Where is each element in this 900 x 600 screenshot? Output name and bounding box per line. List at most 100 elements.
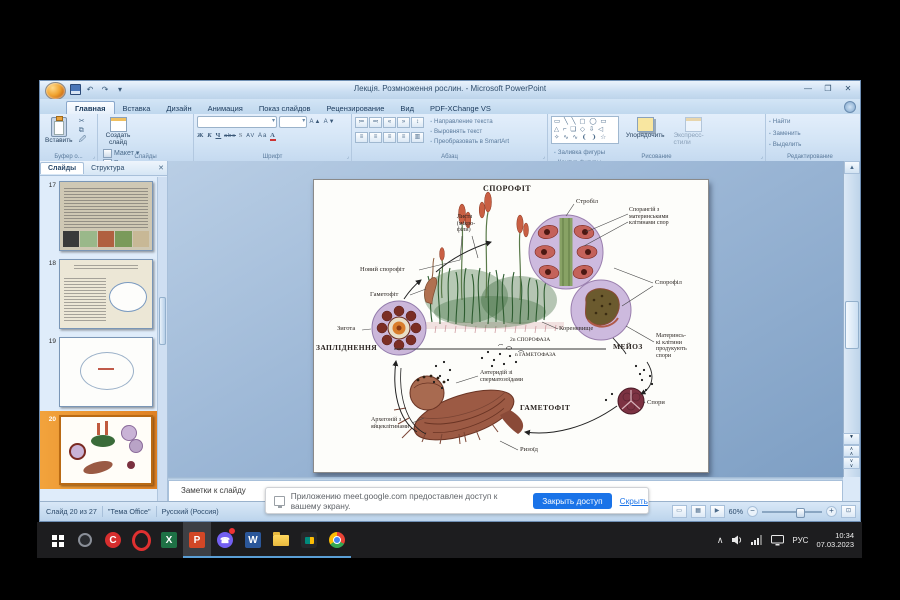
increase-indent-button[interactable]: » [397,117,410,128]
close-button[interactable]: ✕ [838,82,858,96]
align-center-button[interactable]: ≡ [369,132,382,143]
replace-button[interactable]: Заменить [769,130,801,139]
volume-icon[interactable] [731,535,743,545]
align-left-button[interactable]: ≡ [355,132,368,143]
shadow-button[interactable]: S [239,132,244,139]
taskbar-icon-viber[interactable]: ☎ [211,522,239,558]
grow-font-button[interactable]: А▲ [309,119,321,125]
taskbar-icon-explorer[interactable] [267,522,295,558]
select-button[interactable]: Выделить [769,141,801,150]
decrease-indent-button[interactable]: « [383,117,396,128]
tab-view[interactable]: Вид [392,102,422,114]
taskbar-icon-start[interactable] [43,522,71,558]
taskbar-icon-word[interactable]: W [239,522,267,558]
slide-thumbnail-20[interactable]: 20 [40,411,158,489]
taskbar-icon-ccleaner[interactable]: C [99,522,127,558]
paste-button[interactable]: Вставить [43,116,75,145]
slides-panel: Слайды Структура ✕ 17 18 [40,161,168,504]
clipboard-dialog-launcher[interactable]: ⌟ [93,154,95,160]
drawing-dialog-launcher[interactable]: ⌟ [761,154,763,160]
panel-scrollbar[interactable] [157,177,167,504]
strikethrough-button[interactable]: abc [224,133,236,139]
slide-sorter-button[interactable]: ▦ [691,505,706,518]
previous-slide-button[interactable]: ∧∧ [843,445,860,457]
panel-close-icon[interactable]: ✕ [158,164,164,172]
slide-thumbnail-19[interactable]: 19 [40,333,158,411]
convert-smartart-button[interactable]: Преобразовать в SmartArt [430,138,509,147]
panel-tab-slides[interactable]: Слайды [40,162,84,174]
quick-styles-button[interactable]: Экспресс-стили [671,116,715,147]
tab-home[interactable]: Главная [66,101,115,114]
font-color-button[interactable]: A [270,132,276,141]
tray-date: 07.03.2023 [816,540,854,549]
tab-slideshow[interactable]: Показ слайдов [251,102,319,114]
tab-review[interactable]: Рецензирование [318,102,392,114]
columns-button[interactable]: ▥ [411,132,424,143]
paragraph-dialog-launcher[interactable]: ⌟ [543,154,545,160]
arrange-button[interactable]: Упорядочить [621,116,669,140]
slide-canvas[interactable]: СПОРОФІТСтробілСпорангій з материнськими… [313,179,709,473]
align-right-button[interactable]: ≡ [383,132,396,143]
tab-design[interactable]: Дизайн [158,102,199,114]
new-slide-button[interactable]: Создать слайд [101,116,135,147]
taskbar-icon-excel[interactable]: X [155,522,183,558]
tray-expand-icon[interactable]: ∧ [717,535,724,546]
scrollbar-thumb[interactable] [845,301,859,349]
slideshow-button[interactable]: ▶ [710,505,725,518]
scroll-up-icon[interactable]: ▲ [844,161,860,174]
bold-button[interactable]: Ж [197,132,204,139]
taskbar-icon-search[interactable] [71,522,99,558]
zoom-in-button[interactable]: + [826,506,837,517]
cut-icon[interactable]: ✂ [79,118,86,125]
format-painter-icon[interactable]: 🖉 [79,136,86,143]
copy-icon[interactable]: ⧉ [79,127,86,134]
zoom-slider-knob[interactable] [796,508,805,518]
justify-button[interactable]: ≡ [397,132,410,143]
language-indicator[interactable]: Русский (Россия) [162,507,219,516]
italic-button[interactable]: К [207,132,212,139]
panel-tab-outline[interactable]: Структура [84,163,131,174]
zoom-slider[interactable] [762,511,822,513]
tab-pdf-xchange[interactable]: PDF-XChange VS [422,102,499,114]
underline-button[interactable]: Ч [215,132,221,139]
help-icon[interactable] [844,101,856,113]
tab-insert[interactable]: Вставка [115,102,159,114]
tab-animation[interactable]: Анимация [200,102,251,114]
bullets-button[interactable]: ≔ [355,117,368,128]
paste-icon [51,117,67,137]
text-direction-button[interactable]: Направление текста [430,118,509,127]
fit-to-window-button[interactable]: ⊡ [841,505,856,518]
hide-banner-link[interactable]: Скрыть [620,496,648,506]
zoom-out-button[interactable]: − [747,506,758,517]
editor-scrollbar[interactable]: ▲ [843,161,860,477]
align-text-button[interactable]: Выровнять текст [430,128,509,137]
network-icon[interactable] [751,535,763,545]
shrink-font-button[interactable]: А▼ [324,119,336,125]
display-icon[interactable] [771,535,784,546]
font-name-combo[interactable] [197,116,277,128]
find-button[interactable]: Найти [769,118,801,127]
tray-clock[interactable]: 10:34 07.03.2023 [816,531,854,549]
stop-sharing-button[interactable]: Закрыть доступ [533,493,611,509]
slide-thumbnail-18[interactable]: 18 [40,255,158,333]
taskbar-icon-chrome[interactable] [323,522,351,558]
next-slide-button[interactable]: ∨∨ [843,457,860,469]
scroll-down-icon[interactable]: ▼ [843,433,860,445]
slide-thumbnail-17[interactable]: 17 [40,177,158,255]
keyboard-language[interactable]: РУС [792,536,808,545]
character-spacing-button[interactable]: AV [246,133,255,139]
maximize-button[interactable]: ❐ [818,82,838,96]
font-dialog-launcher[interactable]: ⌟ [347,154,349,160]
quick-styles-icon [685,117,702,132]
font-size-combo[interactable] [279,116,307,128]
numbering-button[interactable]: ≕ [369,117,382,128]
change-case-button[interactable]: Aa [258,133,267,139]
taskbar-icon-powerpoint[interactable]: P [183,522,211,558]
minimize-button[interactable]: — [798,82,818,96]
diagram-label-fertilization: ЗАПЛІДНЕННЯ [316,344,377,352]
taskbar-icon-meet[interactable] [295,522,323,558]
line-spacing-button[interactable]: ↕ [411,117,424,128]
normal-view-button[interactable]: ▭ [672,505,687,518]
shapes-gallery[interactable]: ▭ ╲ ╲ ▢ ◯ ▭ △ ⌐ ❏ ◇ ⇩ ◁ ✧ ∿ ∿ ❨ ❩ ☆ [551,116,619,144]
taskbar-icon-opera[interactable] [127,522,155,558]
